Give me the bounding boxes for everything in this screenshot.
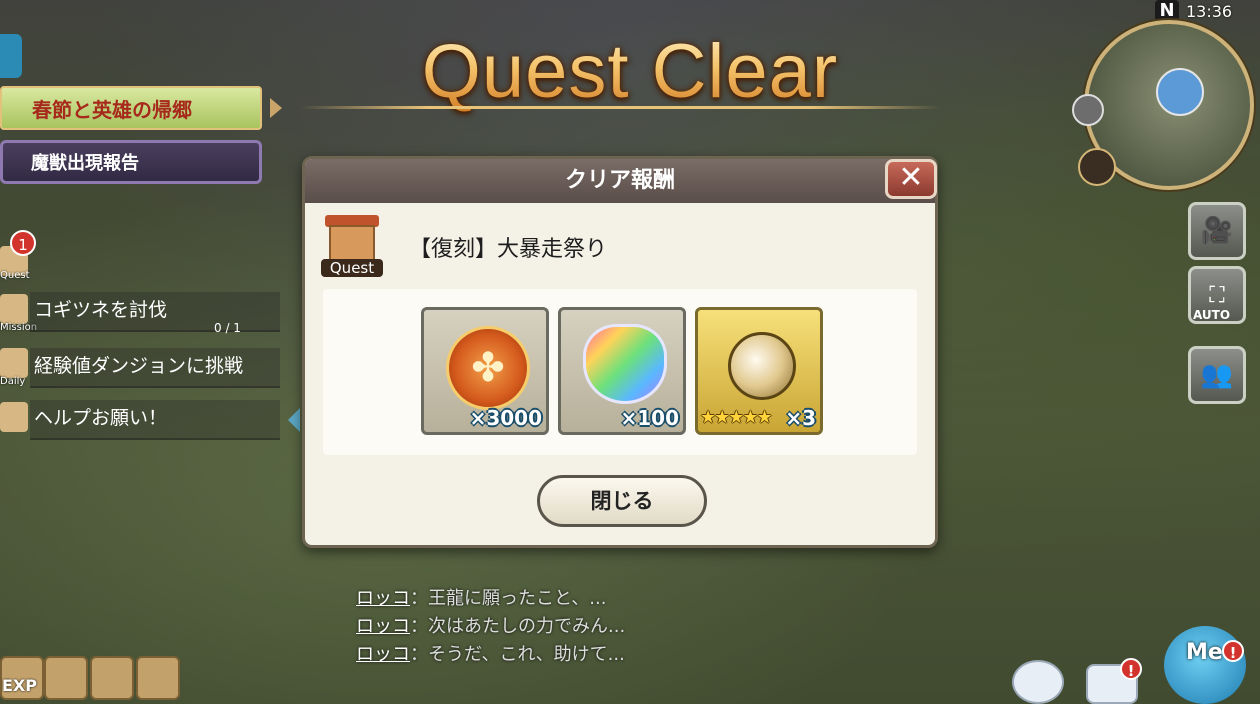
reward-item[interactable]: ★★★★★ ×3 (695, 307, 823, 435)
beast-report-label: 魔獣出現報告 (31, 153, 139, 174)
chat-separator: ： (410, 588, 428, 609)
party-icon: 👥 (1200, 360, 1234, 390)
mission-text: コギツネを討伐 (34, 299, 168, 321)
quest-notification-badge: 1 (10, 230, 36, 256)
back-arrow-button[interactable] (0, 34, 22, 78)
reward-count: ×3000 (469, 406, 542, 430)
dialog-header: クリア報酬 (305, 159, 935, 203)
daily-text: 経験値ダンジョンに挑戦 (34, 355, 244, 377)
north-indicator: N (1155, 0, 1179, 22)
chat-alert-badge: ! (1120, 658, 1142, 680)
stat-boost-icon[interactable] (136, 656, 180, 700)
minimap[interactable] (1072, 20, 1254, 190)
mission-item[interactable]: コギツネを討伐 (30, 292, 280, 332)
chat-line: ロッコ：次はあたしの力でみん... (356, 612, 625, 638)
reward-count: ×3 (785, 406, 816, 430)
me-alert-badge: ! (1222, 640, 1244, 662)
banner-chevron-icon[interactable] (270, 98, 282, 118)
rarity-stars: ★★★★★ (700, 407, 773, 428)
collapse-panel-icon[interactable] (288, 408, 300, 432)
reward-list: ✤ ×3000 ×100 ★★★★★ ×3 (323, 289, 917, 455)
reward-item[interactable]: ×100 (558, 307, 686, 435)
chat-separator: ： (410, 644, 428, 665)
party-button[interactable]: 👥 (1188, 346, 1246, 404)
minimap-pet-icon[interactable] (1078, 148, 1116, 186)
chat-text: そうだ、これ、助けて... (428, 644, 625, 665)
help-text: ヘルプお願い！ (34, 407, 168, 429)
chat-speaker[interactable]: ロッコ (356, 616, 410, 637)
camera-icon: 🎥 (1200, 216, 1234, 246)
chat-line: ロッコ：そうだ、これ、助けて... (356, 640, 625, 666)
beast-report-banner[interactable]: 魔獣出現報告 (0, 140, 262, 184)
clock: 13:36 (1186, 2, 1233, 21)
auto-label: AUTO (1193, 308, 1231, 322)
daily-tab-label: Daily (0, 376, 26, 387)
reward-item[interactable]: ✤ ×3000 (421, 307, 549, 435)
title-underline (300, 106, 940, 109)
chat-line: ロッコ：王龍に願ったこと、... (356, 584, 606, 610)
player-marker-icon (1156, 68, 1204, 116)
quest-name: 【復刻】大暴走祭り (409, 237, 608, 262)
gold-boost-icon[interactable] (44, 656, 88, 700)
golden-orb-icon (728, 332, 796, 400)
me-avatar-icon[interactable] (1164, 626, 1246, 704)
minimap-flag-icon[interactable] (1072, 94, 1104, 126)
chat-text: 次はあたしの力でみん... (428, 616, 626, 637)
quest-icon-label: Quest (321, 259, 383, 277)
daily-item[interactable]: 経験値ダンジョンに挑戦 (30, 348, 280, 388)
chat-text: 王龍に願ったこと、... (428, 588, 607, 609)
camera-button[interactable]: 🎥 (1188, 202, 1246, 260)
chat-speaker[interactable]: ロッコ (356, 588, 410, 609)
chat-speaker[interactable]: ロッコ (356, 644, 410, 665)
close-button[interactable]: 閉じる (537, 475, 707, 527)
mission-progress: 0 / 1 (214, 321, 241, 335)
drop-boost-icon[interactable] (90, 656, 134, 700)
coin-medal-icon: ✤ (446, 326, 530, 410)
event-banner[interactable]: 春節と英雄の帰郷 (0, 86, 262, 130)
help-item[interactable]: ヘルプお願い！ (30, 400, 280, 440)
chat-separator: ： (410, 616, 428, 637)
rainbow-crystal-icon (583, 324, 667, 404)
mission-tab-icon[interactable] (0, 294, 28, 324)
quest-board-icon: Quest (321, 215, 383, 279)
close-icon[interactable]: ✕ (885, 159, 937, 199)
help-tab-icon[interactable] (0, 402, 28, 432)
emote-icon[interactable] (1012, 660, 1064, 704)
me-label: Me (1186, 640, 1223, 665)
quest-tab-label: Quest (0, 270, 30, 281)
daily-tab-icon[interactable] (0, 348, 28, 378)
auto-target-icon: ⛶ (1209, 282, 1225, 308)
clear-reward-dialog: クリア報酬 ✕ Quest 【復刻】大暴走祭り ✤ ×3000 ×100 ★★★… (302, 156, 938, 548)
event-banner-label: 春節と英雄の帰郷 (32, 97, 192, 122)
exp-label: EXP (2, 676, 37, 695)
reward-count: ×100 (620, 406, 679, 430)
